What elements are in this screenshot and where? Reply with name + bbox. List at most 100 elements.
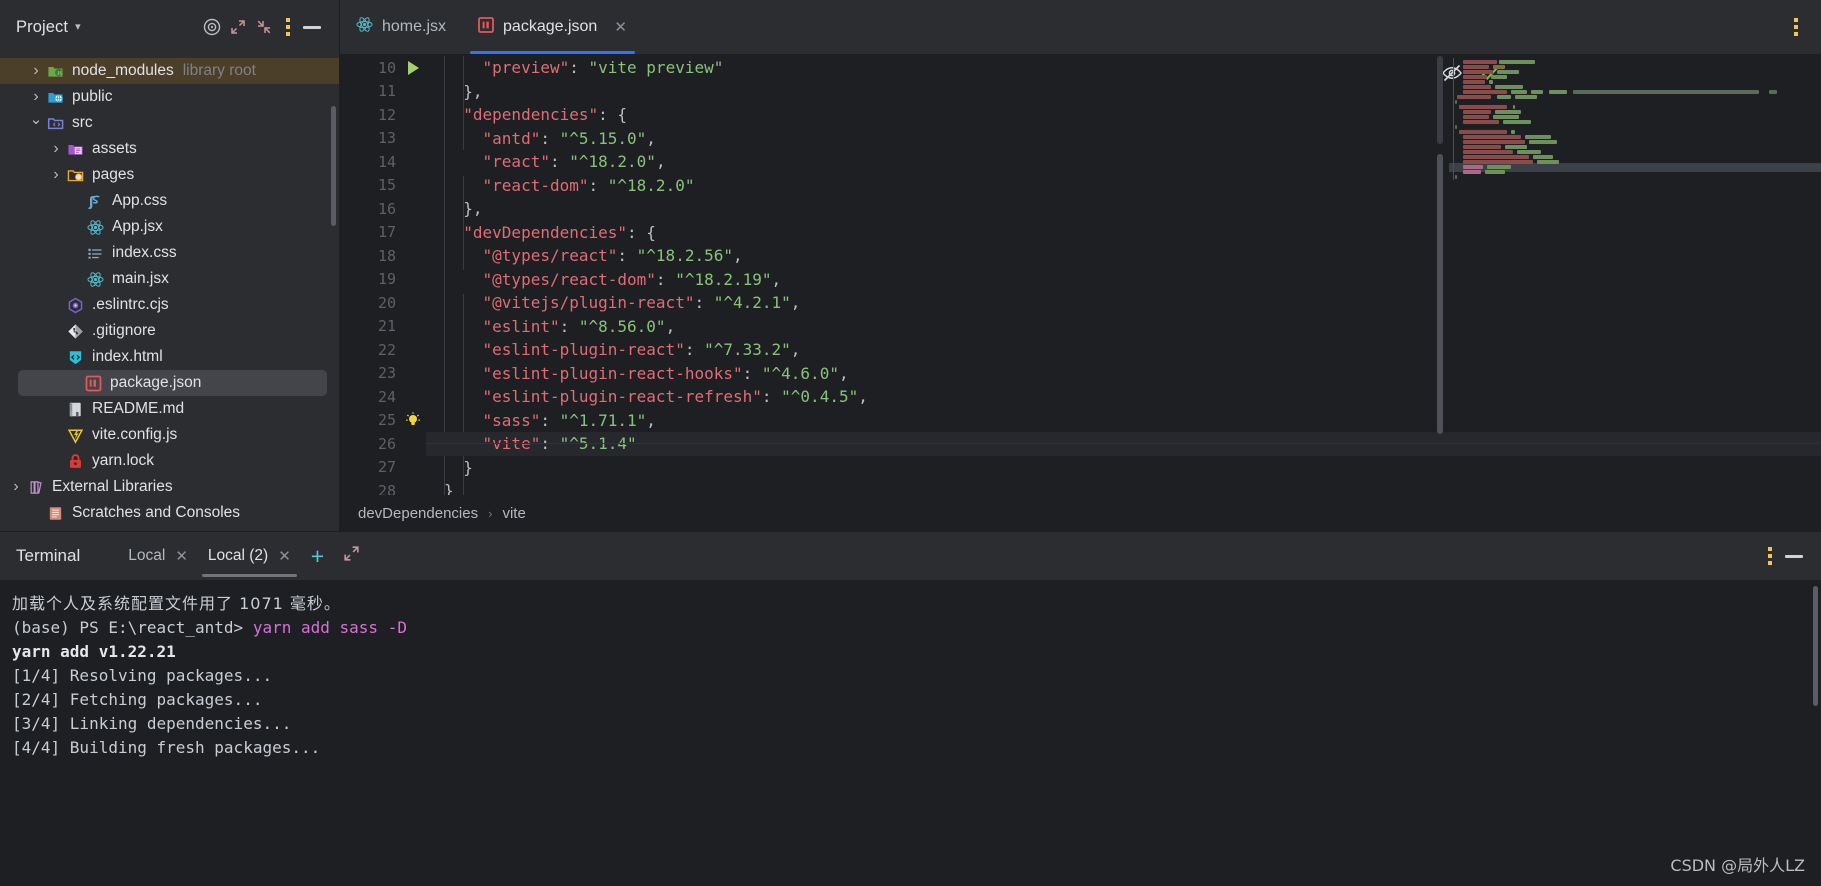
- hide-terminal-icon[interactable]: [1781, 543, 1807, 569]
- terminal-line-6: [4/4] Building fresh packages...: [12, 736, 1821, 760]
- gutter-line-15[interactable]: 15: [340, 174, 426, 198]
- tree-item-node-modules[interactable]: › JS node_modules library root: [0, 58, 339, 84]
- gutter-line-25[interactable]: 25: [340, 409, 426, 433]
- hide-project-panel-icon[interactable]: [299, 14, 325, 40]
- code-area[interactable]: 10 11 12 13 14 15 16 17 18 19 20 21 22 23 24 25 26 27 28 "…: [340, 54, 1821, 495]
- gutter-line-14[interactable]: 14: [340, 150, 426, 174]
- code-line-13: "antd": "^5.15.0",: [426, 127, 1821, 151]
- terminal-output[interactable]: 加载个人及系统配置文件用了 1071 毫秒。 (base) PS E:\react…: [0, 580, 1821, 886]
- maximize-terminal-icon[interactable]: [334, 544, 369, 568]
- terminal-tab-local[interactable]: Local ✕: [118, 532, 198, 580]
- code-line-10: "preview": "vite preview": [426, 56, 1821, 80]
- close-tab-icon[interactable]: ✕: [614, 20, 627, 35]
- gutter-line-17[interactable]: 17: [340, 221, 426, 245]
- tree-item-app-css[interactable]: ʃ App.css: [0, 188, 339, 214]
- chevron-down-icon[interactable]: ▾: [75, 21, 81, 33]
- editor-tab-label: package.json: [503, 18, 598, 35]
- gutter-line-20[interactable]: 20: [340, 291, 426, 315]
- tree-item-scratches-and-consoles[interactable]: Scratches and Consoles: [0, 500, 339, 526]
- breadcrumb-item-0[interactable]: devDependencies: [358, 505, 478, 522]
- tree-item-pages[interactable]: › pages: [0, 162, 339, 188]
- gutter-line-26[interactable]: 26: [340, 432, 426, 456]
- terminal-scrollbar[interactable]: [1813, 586, 1818, 706]
- project-options-menu-icon[interactable]: [277, 14, 299, 40]
- chevron-right-icon[interactable]: ›: [8, 478, 24, 496]
- run-script-arrow-icon[interactable]: [400, 60, 426, 75]
- expand-all-icon[interactable]: [225, 14, 251, 40]
- line-number: 22: [377, 340, 396, 359]
- tree-item-readme-md[interactable]: README.md: [0, 396, 339, 422]
- gutter-line-23[interactable]: 23: [340, 362, 426, 386]
- tree-item-eslintrc-cjs[interactable]: .eslintrc.cjs: [0, 292, 339, 318]
- terminal-text: [4/4] Building fresh packages...: [12, 738, 321, 757]
- code-token: "@vitejs/plugin-react": [482, 293, 695, 313]
- code-line-20: "@vitejs/plugin-react": "^4.2.1",: [426, 291, 1821, 315]
- gutter-line-28[interactable]: 28: [340, 479, 426, 495]
- code-line-26: "vite": "^5.1.4": [426, 432, 1821, 456]
- new-terminal-tab-button[interactable]: +: [301, 544, 334, 568]
- code-token: "^1.71.1": [559, 410, 647, 430]
- tree-item-gitignore[interactable]: .gitignore: [0, 318, 339, 344]
- terminal-line-5: [3/4] Linking dependencies...: [12, 712, 1821, 736]
- gutter-line-27[interactable]: 27: [340, 456, 426, 480]
- tree-item-main-jsx[interactable]: main.jsx: [0, 266, 339, 292]
- line-number: 26: [377, 434, 396, 453]
- close-terminal-tab-icon[interactable]: ✕: [278, 547, 291, 565]
- tree-item-src[interactable]: ⌄ src: [0, 110, 339, 136]
- code-token: ,: [790, 293, 801, 313]
- code-token: ,: [732, 246, 743, 266]
- tree-item-assets[interactable]: › assets: [0, 136, 339, 162]
- tree-item-app-jsx[interactable]: App.jsx: [0, 214, 339, 240]
- line-number: 16: [377, 199, 396, 218]
- inspections-eye-off-icon[interactable]: [1441, 62, 1463, 89]
- editor-tab-home-jsx[interactable]: home.jsx: [340, 0, 462, 54]
- react-file-icon: [84, 270, 106, 288]
- tree-item-index-html[interactable]: index.html: [0, 344, 339, 370]
- breadcrumb-item-1[interactable]: vite: [502, 505, 525, 522]
- lock-file-icon: [64, 452, 86, 470]
- tree-item-yarn-lock[interactable]: yarn.lock: [0, 448, 339, 474]
- tree-item-public[interactable]: › public: [0, 84, 339, 110]
- chevron-right-icon[interactable]: ›: [48, 166, 64, 184]
- editor-gutter[interactable]: 10 11 12 13 14 15 16 17 18 19 20 21 22 23 24 25 26 27 28: [340, 54, 426, 495]
- chevron-right-icon[interactable]: ›: [28, 62, 44, 80]
- source-folder-icon: [44, 114, 66, 132]
- gutter-line-19[interactable]: 19: [340, 268, 426, 292]
- tree-item-vite-config-js[interactable]: vite.config.js: [0, 422, 339, 448]
- gutter-line-18[interactable]: 18: [340, 244, 426, 268]
- project-tree-scrollbar[interactable]: [331, 106, 336, 226]
- chevron-right-icon[interactable]: ›: [48, 140, 64, 158]
- editor-tab-package-json[interactable]: package.json ✕: [462, 0, 643, 54]
- breadcrumb: devDependencies › vite: [340, 495, 1821, 531]
- chevron-right-icon[interactable]: ›: [28, 88, 44, 106]
- chevron-down-icon[interactable]: ⌄: [28, 110, 44, 128]
- npm-file-icon: [82, 374, 104, 392]
- code-token: "eslint-plugin-react-hooks": [482, 363, 743, 383]
- gutter-line-10[interactable]: 10: [340, 56, 426, 80]
- intention-bulb-icon[interactable]: [400, 411, 426, 429]
- code-line-25: "sass": "^1.71.1",: [426, 409, 1821, 433]
- terminal-options-icon[interactable]: [1759, 543, 1781, 569]
- close-terminal-tab-icon[interactable]: ✕: [175, 547, 188, 565]
- collapse-all-icon[interactable]: [251, 14, 277, 40]
- top-row: Project ▾ home.jsx package.json ✕: [0, 0, 1821, 54]
- code-token: "^18.2.19": [675, 269, 772, 289]
- gutter-line-22[interactable]: 22: [340, 338, 426, 362]
- terminal-text: 加载个人及系统配置文件用了 1071 毫秒。: [12, 594, 341, 613]
- tree-item-external-libraries[interactable]: › External Libraries: [0, 474, 339, 500]
- select-opened-file-icon[interactable]: [199, 14, 225, 40]
- gutter-line-11[interactable]: 11: [340, 80, 426, 104]
- gutter-line-13[interactable]: 13: [340, 127, 426, 151]
- editor-options-menu-icon[interactable]: [1785, 14, 1807, 40]
- gutter-line-24[interactable]: 24: [340, 385, 426, 409]
- tree-item-package-json[interactable]: package.json: [18, 370, 327, 396]
- gutter-line-21[interactable]: 21: [340, 315, 426, 339]
- tree-item-index-css[interactable]: index.css: [0, 240, 339, 266]
- gutter-line-12[interactable]: 12: [340, 103, 426, 127]
- terminal-tab-local-2[interactable]: Local (2) ✕: [198, 532, 301, 580]
- code-scroll-area[interactable]: "preview": "vite preview" }, "dependenci…: [426, 54, 1821, 495]
- no-problems-check-icon[interactable]: [1479, 62, 1501, 89]
- gutter-line-16[interactable]: 16: [340, 197, 426, 221]
